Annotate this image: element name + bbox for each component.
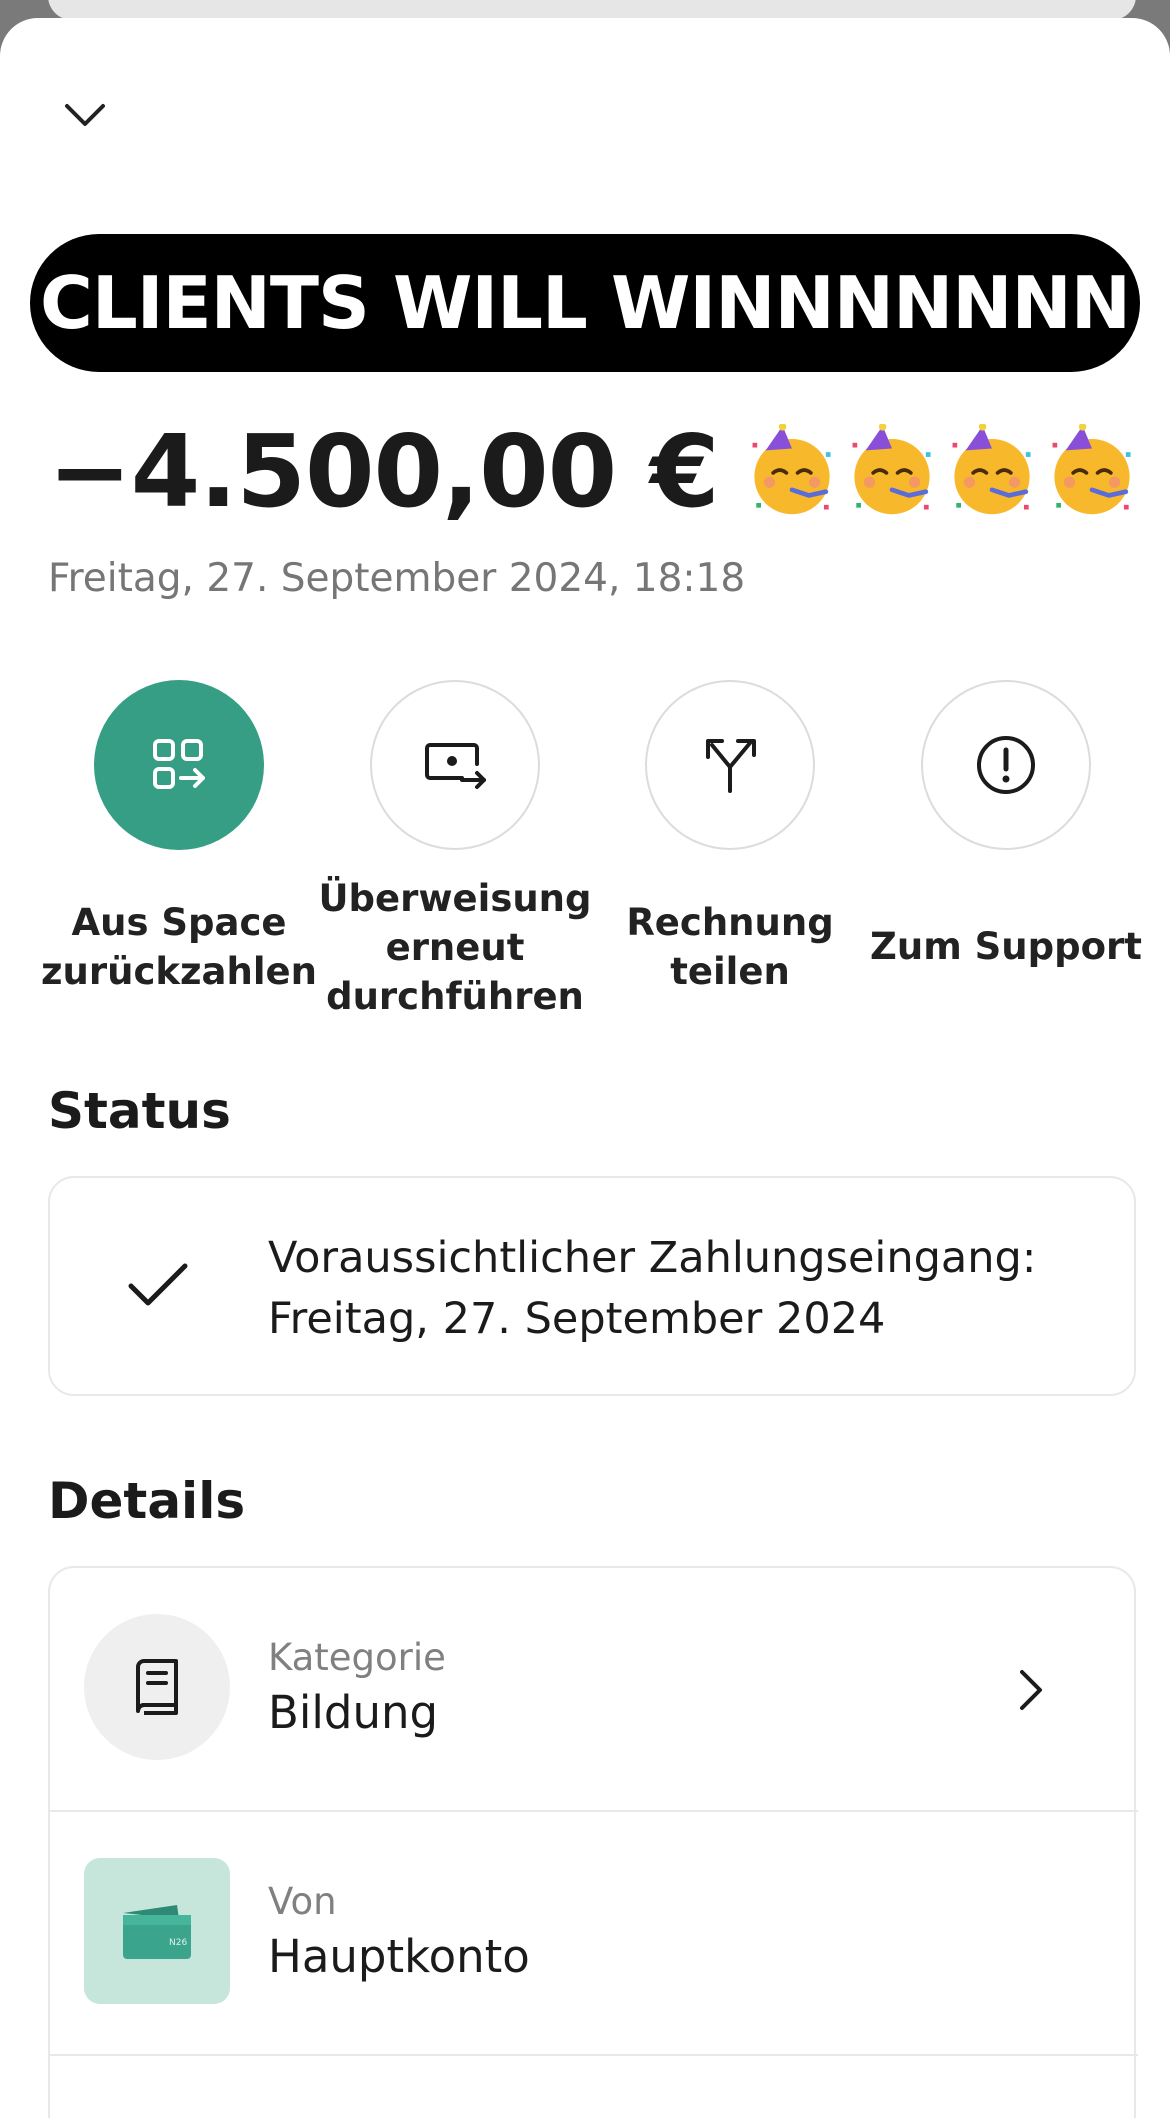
status-line: Voraussichtlicher Zahlungseingang: [268,1233,1037,1283]
category-label: Kategorie [268,1636,446,1679]
caption-banner: CLIENTS WILL WINNNNNNN [30,234,1140,372]
transaction-amount: −4.500,00 € [48,412,720,530]
space-transfer-icon [153,739,205,789]
alert-circle-icon [977,736,1035,794]
category-thumb [84,1614,230,1760]
source-account-value: Hauptkonto [268,1930,530,1983]
status-card: Voraussichtlicher Zahlungseingang: Freit… [48,1176,1136,1396]
partying-face-emoji [852,424,931,515]
partying-face-emoji [1052,424,1131,515]
row-divider [50,2054,1138,2056]
chevron-right-icon [1020,1670,1042,1710]
action-circle [921,680,1091,850]
details-heading: Details [48,1472,246,1530]
action-label-line: durchführen [326,975,584,1018]
status-line: Freitag, 27. September 2024 [268,1294,886,1344]
action-label-line: Aus Space [71,901,287,944]
category-row[interactable]: Kategorie Bildung [50,1568,1138,1810]
status-heading: Status [48,1082,231,1140]
transaction-sheet: CLIENTS WILL WINNNNNNN −4.500,00 € Freit… [0,18,1170,2118]
wallet-brand-text: N26 [169,1938,187,1948]
amount-row: −4.500,00 € [48,406,1148,536]
transaction-date: Freitag, 27. September 2024, 18:18 [48,556,746,601]
checkmark-icon [128,1263,188,1306]
repeat-transfer-button[interactable]: Überweisung erneut durchführen [315,680,595,1018]
action-label-line: Rechnung [626,901,834,944]
collapse-button[interactable] [50,80,120,150]
quick-actions: Aus Space zurückzahlen Überweisung erneu… [0,680,1170,1040]
action-circle [94,680,264,850]
support-button[interactable]: Zum Support [866,680,1146,968]
repeat-transfer-icon [425,743,486,789]
source-account-row[interactable]: N26 Von Hauptkonto [50,1812,1138,2054]
action-circle [645,680,815,850]
action-label: Überweisung erneut durchführen [315,874,595,1021]
category-value: Bildung [268,1686,439,1739]
caption-text: CLIENTS WILL WINNNNNNN [39,261,1131,345]
split-icon [706,739,756,793]
chevron-down-icon [65,104,105,126]
partying-face-emoji [952,424,1031,515]
background-sheet-edge [48,0,1136,20]
action-circle [370,680,540,850]
source-account-label: Von [268,1880,337,1923]
action-label: Rechnung teilen [590,898,870,996]
details-card: Kategorie Bildung N26 Von Hauptkonto [48,1566,1138,2118]
action-label-line: zurückzahlen [41,950,317,993]
action-label-line: erneut [385,926,525,969]
partying-face-emoji [752,424,831,515]
split-bill-button[interactable]: Rechnung teilen [590,680,870,993]
emoji-group [745,424,1139,518]
wallet-icon: N26 [123,1905,191,1959]
book-icon [136,1659,178,1715]
account-thumb: N26 [84,1858,230,2004]
action-label-line: Überweisung [318,877,592,920]
action-label-line: Zum Support [870,925,1142,968]
action-label: Aus Space zurückzahlen [39,898,319,996]
status-text: Voraussichtlicher Zahlungseingang: Freit… [268,1228,1036,1350]
action-label-line: teilen [670,950,790,993]
action-label: Zum Support [866,922,1146,971]
repay-from-space-button[interactable]: Aus Space zurückzahlen [39,680,319,993]
